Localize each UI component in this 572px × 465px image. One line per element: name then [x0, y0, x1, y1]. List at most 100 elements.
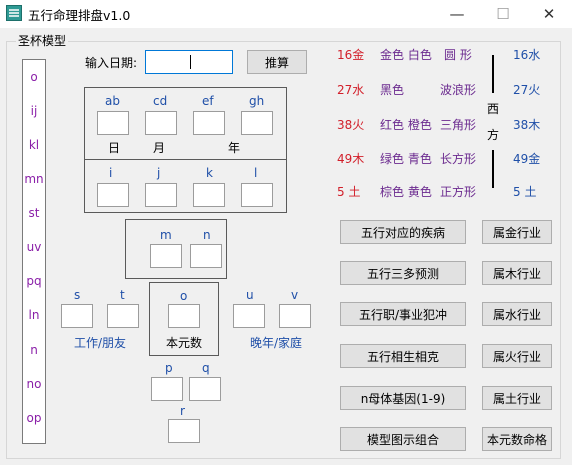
legend-shape-4: 长方形: [440, 152, 477, 166]
legend-shape-5: 正方形: [440, 185, 477, 199]
disease-button[interactable]: 五行对应的疾病: [340, 220, 466, 244]
input-n[interactable]: [190, 244, 222, 268]
mutual-button[interactable]: 五行相生相克: [340, 344, 466, 368]
label-s: s: [74, 288, 81, 302]
list-item[interactable]: n: [23, 343, 45, 357]
legend-right-3: 38木: [513, 118, 541, 132]
list-item[interactable]: no: [23, 377, 45, 391]
legend-right-5: 5 土: [513, 185, 537, 199]
fire-industry-button[interactable]: 属火行业: [482, 344, 552, 368]
input-o[interactable]: [168, 304, 200, 328]
label-gh: gh: [249, 94, 265, 108]
input-cd[interactable]: [145, 111, 177, 135]
wood-industry-button[interactable]: 属木行业: [482, 261, 552, 285]
vertical-list[interactable]: o ij kl mn st uv pq ln n no op: [22, 59, 46, 444]
list-item[interactable]: uv: [23, 240, 45, 254]
label-n: n: [203, 228, 211, 242]
input-u[interactable]: [233, 304, 265, 328]
legend-colors-5: 棕色 黄色: [380, 185, 432, 199]
app-icon: [6, 5, 22, 21]
legend-right-2: 27火: [513, 83, 541, 97]
list-item[interactable]: st: [23, 206, 45, 220]
list-item[interactable]: mn: [23, 172, 45, 186]
input-r[interactable]: [168, 419, 200, 443]
model-combo-button[interactable]: 模型图示组合: [340, 427, 466, 451]
calculate-button[interactable]: 推算: [247, 50, 307, 74]
input-ef[interactable]: [193, 111, 225, 135]
label-r: r: [180, 404, 185, 418]
year-label: 年: [228, 141, 241, 155]
self-character-button[interactable]: 本元数命格: [482, 427, 552, 451]
input-gh[interactable]: [241, 111, 273, 135]
label-m: m: [160, 228, 172, 242]
day-label: 日: [108, 141, 121, 155]
input-k[interactable]: [193, 183, 225, 207]
legend-num-5: 5 土: [337, 185, 361, 199]
work-friends-label: 工作/朋友: [74, 336, 127, 350]
date-label: 输入日期:: [85, 56, 138, 70]
legend-shape-3: 三角形: [440, 118, 477, 132]
text-caret: [190, 55, 191, 69]
legend-num-2: 27水: [337, 83, 365, 97]
date-input[interactable]: [145, 50, 233, 74]
legend-num-4: 49木: [337, 152, 365, 166]
divider-line-top: [492, 55, 494, 93]
input-s[interactable]: [61, 304, 93, 328]
legend-shape-2: 波浪形: [440, 83, 477, 97]
legend-right-1: 16水: [513, 48, 541, 62]
label-l: l: [254, 166, 258, 180]
input-q[interactable]: [189, 377, 221, 401]
label-ab: ab: [105, 94, 120, 108]
water-industry-button[interactable]: 属水行业: [482, 302, 552, 326]
legend-colors-4: 绿色 青色: [380, 152, 432, 166]
career-clash-button[interactable]: 五行职/事业犯冲: [340, 302, 466, 326]
input-j[interactable]: [145, 183, 177, 207]
list-item[interactable]: ln: [23, 308, 45, 322]
legend-num-1: 16金: [337, 48, 365, 62]
divider-line-bottom: [492, 150, 494, 188]
label-ef: ef: [202, 94, 214, 108]
self-number-label: 本元数: [166, 336, 203, 350]
list-item[interactable]: pq: [23, 274, 45, 288]
gold-industry-button[interactable]: 属金行业: [482, 220, 552, 244]
label-o: o: [180, 289, 188, 303]
west-label: 西: [487, 102, 500, 116]
input-m[interactable]: [150, 244, 182, 268]
label-p: p: [165, 361, 173, 375]
late-family-label: 晚年/家庭: [250, 336, 303, 350]
input-i[interactable]: [97, 183, 129, 207]
label-v: v: [291, 288, 299, 302]
legend-num-3: 38火: [337, 118, 365, 132]
label-q: q: [202, 361, 210, 375]
input-v[interactable]: [279, 304, 311, 328]
input-ab[interactable]: [97, 111, 129, 135]
direction-label: 方: [487, 128, 500, 142]
close-button[interactable]: ✕: [526, 0, 572, 28]
window-title: 五行命理排盘v1.0: [28, 8, 131, 23]
earth-industry-button[interactable]: 属土行业: [482, 386, 552, 410]
input-p[interactable]: [151, 377, 183, 401]
maximize-button[interactable]: ☐: [480, 0, 526, 28]
label-cd: cd: [153, 94, 168, 108]
label-u: u: [246, 288, 254, 302]
three-many-button[interactable]: 五行三多预测: [340, 261, 466, 285]
mother-gene-button[interactable]: n母体基因(1-9): [340, 386, 466, 410]
input-l[interactable]: [241, 183, 273, 207]
group-title: 圣杯模型: [16, 32, 69, 49]
label-i: i: [109, 166, 113, 180]
legend-colors-3: 红色 橙色: [380, 118, 432, 132]
label-t: t: [120, 288, 125, 302]
legend-shape-1: 圆 形: [444, 48, 472, 62]
minimize-button[interactable]: —: [434, 0, 480, 28]
legend-colors-1: 金色 白色: [380, 48, 432, 62]
list-item[interactable]: op: [23, 411, 45, 425]
label-j: j: [157, 166, 161, 180]
legend-colors-2: 黑色: [380, 83, 405, 97]
legend-right-4: 49金: [513, 152, 541, 166]
month-label: 月: [153, 141, 166, 155]
list-item[interactable]: o: [23, 70, 45, 84]
label-k: k: [206, 166, 213, 180]
input-t[interactable]: [107, 304, 139, 328]
list-item[interactable]: ij: [23, 104, 45, 118]
list-item[interactable]: kl: [23, 138, 45, 152]
